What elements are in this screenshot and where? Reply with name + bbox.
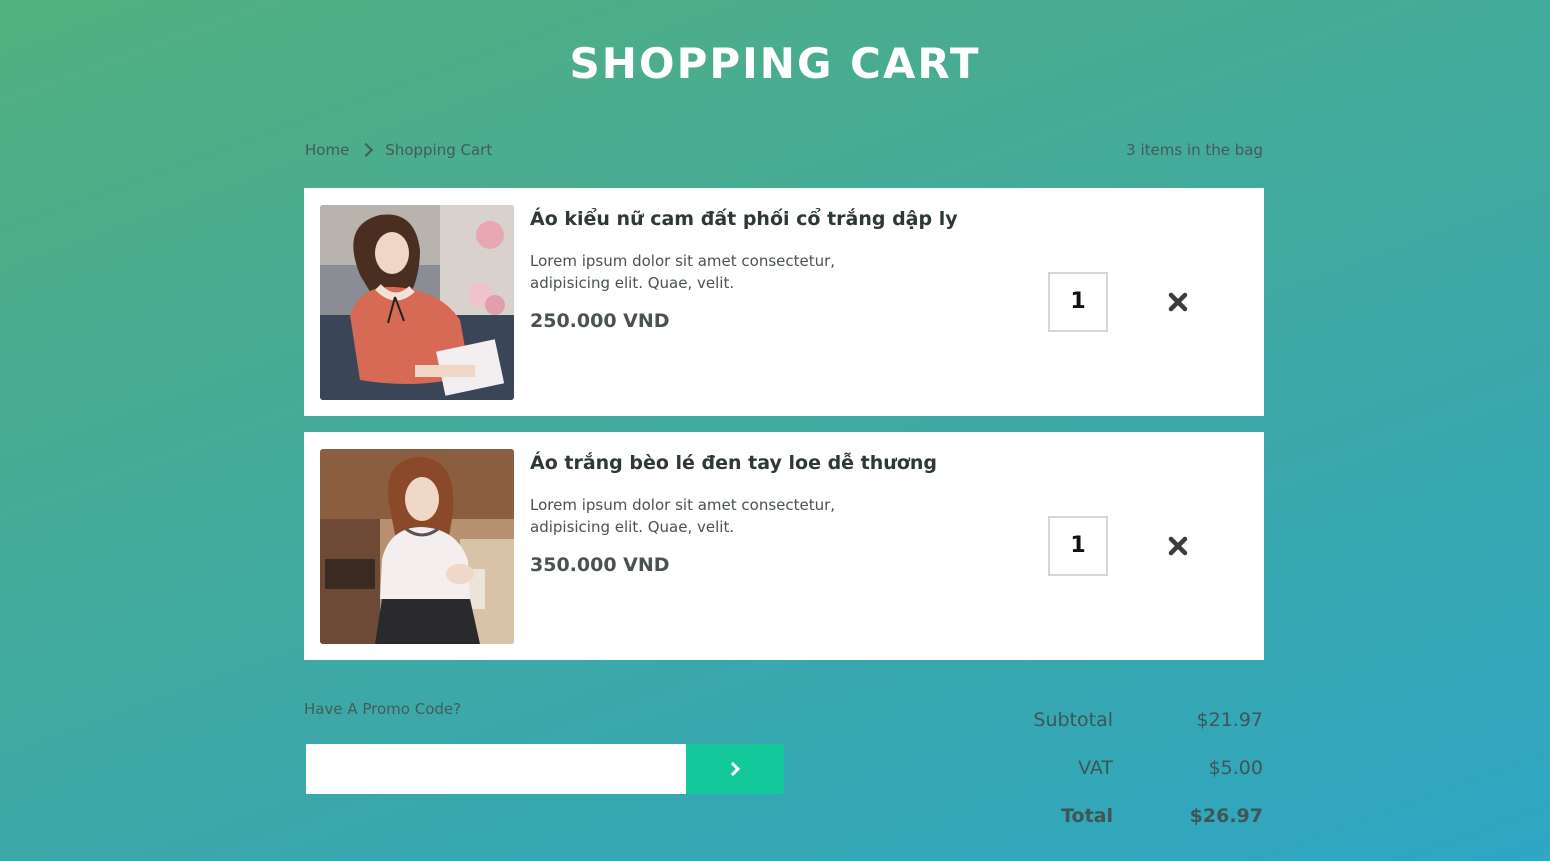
breadcrumb-current: Shopping Cart (385, 141, 493, 159)
chevron-right-icon (725, 761, 741, 777)
promo-submit-button[interactable] (686, 744, 784, 794)
vat-value: $5.00 (1208, 757, 1263, 779)
total-label: Total (1061, 805, 1113, 827)
vat-label: VAT (1078, 757, 1113, 779)
product-name[interactable]: Áo kiểu nữ cam đất phối cổ trắng dập ly (530, 208, 958, 230)
product-price: 350.000 VND (530, 554, 670, 576)
subtotal-label: Subtotal (1033, 709, 1113, 731)
product-description: Lorem ipsum dolor sit amet consectetur, … (530, 252, 836, 292)
cart-item: Áo kiểu nữ cam đất phối cổ trắng dập ly … (304, 188, 1264, 416)
promo-code-label: Have A Promo Code? (304, 700, 462, 718)
chevron-right-icon (359, 142, 374, 158)
total-value: $26.97 (1189, 805, 1263, 827)
remove-item-button[interactable] (1164, 532, 1192, 560)
remove-item-button[interactable] (1164, 288, 1192, 316)
summary-subtotal-row: Subtotal $21.97 (1000, 709, 1263, 737)
product-description: Lorem ipsum dolor sit amet consectetur, … (530, 496, 836, 536)
breadcrumb-home-link[interactable]: Home (305, 141, 349, 159)
product-image[interactable] (320, 205, 514, 400)
summary-vat-row: VAT $5.00 (1000, 757, 1263, 785)
subtotal-value: $21.97 (1196, 709, 1263, 731)
bag-item-count: 3 items in the bag (1126, 141, 1263, 159)
product-name[interactable]: Áo trắng bèo lé đen tay loe dễ thương (530, 452, 937, 474)
close-icon (1168, 292, 1188, 312)
promo-code-input[interactable] (306, 744, 686, 794)
summary-total-row: Total $26.97 (1000, 805, 1263, 833)
page-title: SHOPPING CART (569, 39, 981, 88)
quantity-input[interactable]: 1 (1048, 272, 1108, 332)
product-price: 250.000 VND (530, 310, 670, 332)
quantity-input[interactable]: 1 (1048, 516, 1108, 576)
product-image[interactable] (320, 449, 514, 644)
cart-item: Áo trắng bèo lé đen tay loe dễ thương Lo… (304, 432, 1264, 660)
breadcrumb: Home Shopping Cart (305, 138, 492, 162)
close-icon (1168, 536, 1188, 556)
